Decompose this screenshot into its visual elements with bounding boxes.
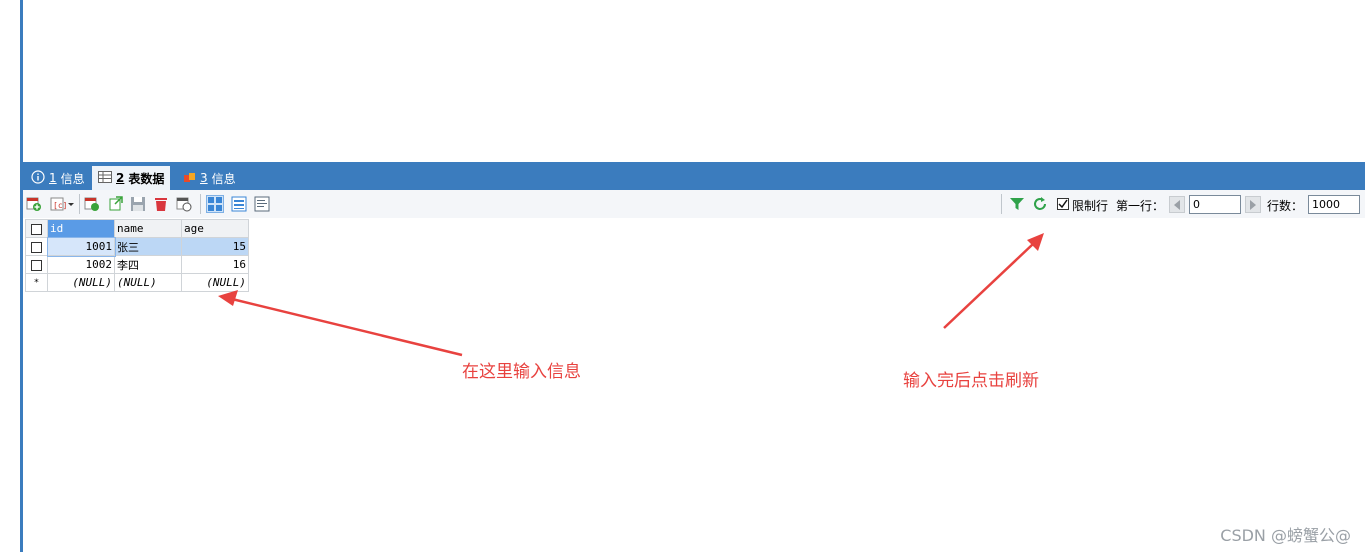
annotation-refresh-info: 输入完后点击刷新 xyxy=(903,371,1039,391)
arrowhead-grid xyxy=(218,290,238,306)
annotation-arrows xyxy=(218,233,1044,357)
watermark: CSDN @螃蟹公@ xyxy=(1220,526,1351,545)
annotation-input-info: 在这里输入信息 xyxy=(462,362,581,382)
arrow-to-grid xyxy=(231,297,463,357)
app-window: 1 信息 2 表数据 3 信息 [c] 限制行 第一行： 0 行数： 1000 … xyxy=(0,0,1365,552)
arrow-to-refresh xyxy=(943,243,1034,329)
